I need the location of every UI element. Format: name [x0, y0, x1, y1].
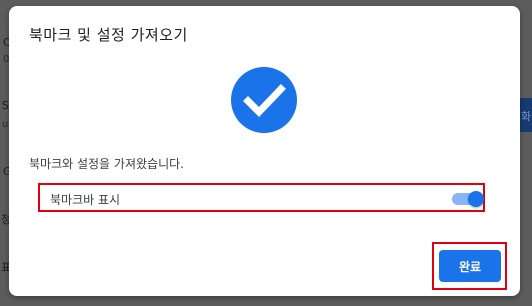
result-message: 북마크와 설정을 가져왔습니다. — [29, 157, 184, 171]
background-text-fragment: u — [2, 119, 9, 130]
background-button-label: 화 — [521, 110, 532, 123]
done-button-highlight: 완료 — [432, 242, 507, 290]
done-button[interactable]: 완료 — [439, 250, 501, 282]
bookmark-bar-toggle[interactable] — [452, 191, 484, 207]
bookmark-bar-toggle-row[interactable]: 북마크바 표시 — [38, 183, 485, 212]
import-dialog: 북마크 및 설정 가져오기 북마크와 설정을 가져왔습니다. 북마크바 표시 완… — [9, 6, 520, 296]
check-circle-icon — [231, 67, 297, 133]
toggle-thumb — [468, 191, 484, 207]
dialog-title: 북마크 및 설정 가져오기 — [29, 26, 188, 44]
bookmark-bar-toggle-label: 북마크바 표시 — [50, 193, 121, 207]
background-text-fragment: S — [2, 99, 9, 112]
